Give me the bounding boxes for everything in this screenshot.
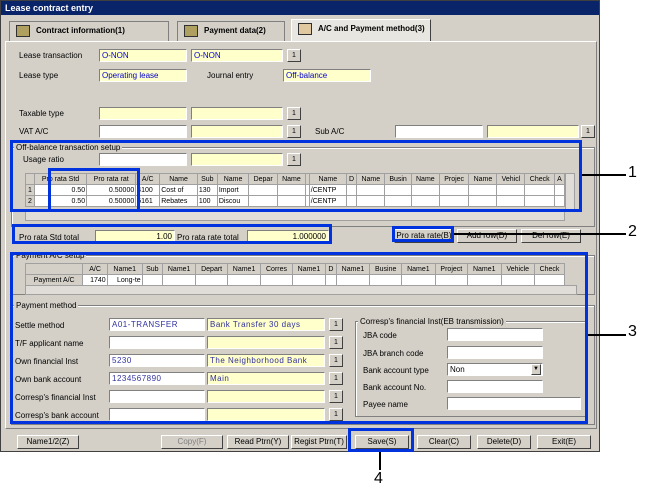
delete-button[interactable]: Delete(D)	[477, 435, 531, 449]
callout-1: 1	[628, 164, 637, 181]
window-title: Lease contract entry	[1, 1, 599, 15]
read-pattern-button[interactable]: Read Ptrn(Y)	[227, 435, 289, 449]
journal-entry-label: Journal entry	[207, 71, 254, 80]
lease-type-label: Lease type	[19, 71, 59, 80]
vat-ac-lookup-button[interactable]: 1	[287, 125, 301, 138]
lease-transaction-lookup-button[interactable]: 1	[287, 49, 301, 62]
lease-type-value: Operating lease	[99, 69, 187, 82]
tab-payment-data[interactable]: Payment data(2)	[177, 21, 285, 41]
callout-4: 4	[374, 470, 383, 487]
vat-ac-label: VAT A/C	[19, 127, 49, 136]
lease-transaction-label: Lease transaction	[19, 51, 83, 60]
highlight-payment	[10, 252, 588, 424]
highlight-save	[348, 428, 414, 452]
regist-pattern-button[interactable]: Regist Ptrn(T)	[291, 435, 347, 449]
highlight-pro-rata-button	[392, 226, 454, 242]
callout-2: 2	[628, 223, 637, 240]
book-icon	[16, 25, 30, 37]
lease-transaction-code-input[interactable]: O-NON	[99, 49, 187, 62]
journal-entry-value: Off-balance	[283, 69, 371, 82]
tab-contract-information[interactable]: Contract information(1)	[9, 21, 169, 41]
sub-ac-lookup-button[interactable]: 1	[581, 125, 595, 138]
exit-button[interactable]: Exit(E)	[537, 435, 591, 449]
lease-transaction-name-input[interactable]: O-NON	[191, 49, 283, 62]
sub-ac-name-input[interactable]	[487, 125, 579, 138]
offbalance-hscroll[interactable]	[25, 211, 565, 221]
name-toggle-button[interactable]: Name1/2(Z)	[17, 435, 79, 449]
callout-line-4	[379, 452, 381, 470]
card-icon	[298, 23, 312, 35]
vat-ac-code-input[interactable]	[99, 125, 187, 138]
sub-ac-label: Sub A/C	[315, 127, 345, 136]
sub-ac-code-input[interactable]	[395, 125, 483, 138]
clear-button[interactable]: Clear(C)	[417, 435, 471, 449]
callout-3: 3	[628, 323, 637, 340]
callout-line-3	[588, 334, 626, 336]
document-icon	[184, 25, 198, 37]
callout-line-1	[582, 174, 626, 176]
taxable-type-name-input[interactable]	[191, 107, 283, 120]
highlight-totals	[12, 224, 332, 244]
highlight-pro-rata-columns	[48, 168, 140, 212]
taxable-type-label: Taxable type	[19, 109, 64, 118]
callout-line-2	[454, 233, 626, 235]
tab-ac-payment-method[interactable]: A/C and Payment method(3)	[291, 19, 431, 41]
taxable-type-code-input[interactable]	[99, 107, 187, 120]
delete-row-button[interactable]: Del row(E)	[521, 229, 581, 243]
add-row-button[interactable]: Add row(D)	[457, 229, 517, 243]
copy-button[interactable]: Copy(F)	[161, 435, 223, 449]
vat-ac-name-input[interactable]	[191, 125, 283, 138]
taxable-type-lookup-button[interactable]: 1	[287, 107, 301, 120]
